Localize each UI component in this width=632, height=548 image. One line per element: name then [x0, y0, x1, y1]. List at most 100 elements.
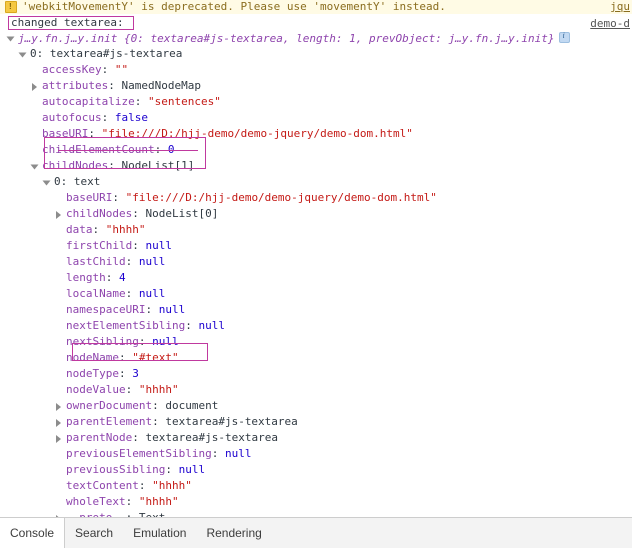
disclosure-triangle-expanded-icon[interactable] [6, 36, 15, 42]
object-tree-row-text: 0: textarea#js-textarea [30, 47, 182, 60]
token: null [145, 239, 172, 252]
disclosure-triangle-expanded-icon[interactable] [30, 164, 39, 170]
token: 4 [119, 271, 126, 284]
object-tree-row[interactable]: childElementCount: 0 [0, 142, 632, 158]
object-tree-row[interactable]: parentElement: textarea#js-textarea [0, 414, 632, 430]
token: textarea#js-textarea [145, 431, 278, 444]
token: "hhhh" [138, 495, 179, 508]
object-tree-row[interactable]: lastChild: null [0, 254, 632, 270]
token: null [198, 319, 225, 332]
disclosure-triangle-collapsed-icon[interactable] [56, 403, 61, 411]
devtools-console-panel: 'webkitMovementY' is deprecated. Please … [0, 0, 632, 548]
token: j…y.fn.j…y.init { [18, 32, 131, 45]
object-tree-row-text: data: "hhhh" [66, 223, 146, 236]
object-tree-row-text: attributes: NamedNodeMap [42, 79, 201, 92]
object-tree-row-text: nodeType: 3 [66, 367, 139, 380]
object-tree-row[interactable]: nextElementSibling: null [0, 318, 632, 334]
object-tree-row[interactable]: attributes: NamedNodeMap [0, 78, 632, 94]
object-tree-row-text: nextElementSibling: null [66, 319, 225, 332]
token: : [152, 415, 166, 428]
token: : [118, 351, 133, 364]
info-badge-icon[interactable] [558, 30, 570, 43]
token: false [114, 111, 148, 124]
drawer-tab-list[interactable]: Console Search Emulation Rendering [0, 518, 632, 548]
object-tree-row[interactable]: 0: text [0, 174, 632, 190]
object-tree-row-text: firstChild: null [66, 239, 172, 252]
token: "file:///D:/hjj-demo/demo-jquery/demo-do… [125, 191, 437, 204]
object-tree-row[interactable]: nextSibling: null [0, 334, 632, 350]
object-tree-row-text: parentElement: textarea#js-textarea [66, 415, 298, 428]
object-tree-row[interactable]: autofocus: false [0, 110, 632, 126]
object-tree-row[interactable]: autocapitalize: "sentences" [0, 94, 632, 110]
token: : [88, 127, 102, 140]
token: "hhhh" [105, 223, 146, 236]
object-tree-row[interactable]: nodeType: 3 [0, 366, 632, 382]
object-tree-row-text: childNodes: NodeList[1] [42, 159, 194, 172]
warning-source-link[interactable]: jqu [610, 1, 630, 12]
object-tree-row[interactable]: data: "hhhh" [0, 222, 632, 238]
token: "#text" [132, 351, 179, 364]
object-tree-row[interactable]: childNodes: NodeList[0] [0, 206, 632, 222]
token: "file:///D:/hjj-demo/demo-jquery/demo-do… [101, 127, 413, 140]
object-tree-row[interactable]: length: 4 [0, 270, 632, 286]
object-tree-row[interactable]: nodeValue: "hhhh" [0, 382, 632, 398]
token: previousSibling [66, 463, 166, 476]
object-tree-row[interactable]: previousElementSibling: null [0, 446, 632, 462]
disclosure-triangle-collapsed-icon[interactable] [32, 83, 37, 91]
object-tree-row[interactable]: previousSibling: null [0, 462, 632, 478]
object-tree-row[interactable]: firstChild: null [0, 238, 632, 254]
object-tree-row[interactable]: nodeName: "#text" [0, 350, 632, 366]
token: childNodes [42, 159, 109, 172]
object-tree-row-text: 0: text [54, 175, 100, 188]
object-tree-row[interactable]: 0: textarea#js-textarea [0, 46, 632, 62]
object-tree[interactable]: j…y.fn.j…y.init { 0: textarea#js-textarea… [0, 30, 632, 518]
token: : [138, 335, 153, 348]
disclosure-triangle-collapsed-icon[interactable] [56, 435, 61, 443]
drawer-tab-emulation[interactable]: Emulation [123, 518, 196, 548]
drawer-tab-search[interactable]: Search [65, 518, 123, 548]
token: parentNode [66, 431, 133, 444]
token: textarea#js-textarea [165, 415, 298, 428]
token: : [125, 495, 139, 508]
object-tree-row-text: autofocus: false [42, 111, 148, 124]
token: null [178, 463, 206, 476]
token: : [211, 447, 225, 460]
console-output[interactable]: demo-d changed textarea: j…y.fn.j…y.init… [0, 14, 632, 518]
token: document [165, 399, 219, 412]
object-tree-row[interactable]: textContent: "hhhh" [0, 478, 632, 494]
token: attributes [42, 79, 109, 92]
disclosure-triangle-collapsed-icon[interactable] [56, 419, 61, 427]
object-tree-row[interactable]: parentNode: textarea#js-textarea [0, 430, 632, 446]
object-tree-row[interactable]: localName: null [0, 286, 632, 302]
object-tree-row[interactable]: baseURI: "file:///D:/hjj-demo/demo-jquer… [0, 190, 632, 206]
object-tree-row-text: ownerDocument: document [66, 399, 218, 412]
disclosure-triangle-expanded-icon[interactable] [18, 52, 27, 58]
object-tree-row-text: nodeName: "#text" [66, 351, 179, 364]
console-log-label-row: changed textarea: [0, 14, 632, 30]
object-tree-row[interactable]: accessKey: "" [0, 62, 632, 78]
object-tree-row[interactable]: j…y.fn.j…y.init {0: textarea#js-textarea… [0, 30, 632, 46]
warning-triangle-icon [5, 1, 17, 13]
token: baseURI [66, 191, 113, 204]
token: : [132, 239, 146, 252]
disclosure-triangle-collapsed-icon[interactable] [56, 211, 61, 219]
token: length [296, 32, 336, 45]
object-tree-row[interactable]: childNodes: NodeList[1] [0, 158, 632, 174]
token: 1 [349, 32, 356, 45]
drawer-tab-rendering[interactable]: Rendering [196, 518, 271, 548]
token: : [112, 191, 126, 204]
disclosure-triangle-expanded-icon[interactable] [42, 180, 51, 186]
token: j…y.fn.j…y.init} [448, 32, 555, 45]
object-tree-row-text: previousSibling: null [66, 463, 205, 476]
object-tree-row[interactable]: baseURI: "file:///D:/hjj-demo/demo-jquer… [0, 126, 632, 142]
object-tree-row[interactable]: wholeText: "hhhh" [0, 494, 632, 510]
token: : [138, 479, 153, 492]
object-tree-row[interactable]: ownerDocument: document [0, 398, 632, 414]
object-tree-row-text: nextSibling: null [66, 335, 179, 348]
token: null [152, 335, 179, 348]
token: lastChild [66, 255, 126, 268]
token: ownerDocument [66, 399, 153, 412]
drawer-tab-console[interactable]: Console [0, 518, 66, 548]
object-tree-row[interactable]: namespaceURI: null [0, 302, 632, 318]
token: : [101, 63, 115, 76]
